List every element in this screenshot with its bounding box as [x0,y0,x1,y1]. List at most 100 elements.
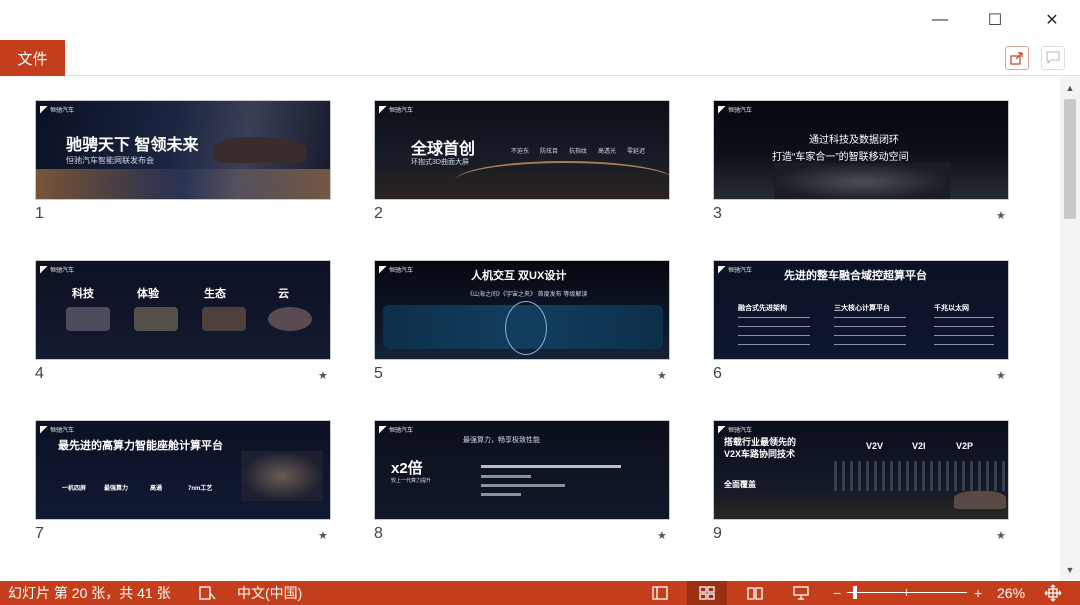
comparison-bar [481,475,531,478]
minimize-icon: — [932,11,948,28]
slide-pillar: 云 [278,288,289,300]
slide-logo: 恒驰汽车 [718,425,752,434]
column-heading: 千兆以太网 [934,305,969,312]
scroll-thumb[interactable] [1064,99,1076,219]
slide-thumbnail-6[interactable]: 恒驰汽车 先进的整车融合域控超算平台 融合式先进架构 三大核心计算平台 千兆以太… [713,260,1009,360]
animation-star-icon[interactable]: ★ [318,529,328,542]
slide-logo: 恒驰汽车 [379,425,413,434]
ux-dial-image [505,301,547,355]
zoom-level[interactable]: 26% [997,581,1025,605]
slide-thumbnail-2[interactable]: 恒驰汽车 全球首创 环抱式3D曲面大屏 不迫东 防炫目 抗指纹 高透光 零延迟 [374,100,670,200]
animation-star-icon[interactable]: ★ [996,529,1006,542]
maximize-icon: ☐ [987,12,1003,29]
slide-logo: 恒驰汽车 [718,105,752,114]
slide-number: 1 [35,205,44,222]
minimize-button[interactable]: — [915,0,965,40]
language-status[interactable]: 中文(中国) [237,581,302,605]
slide-sorter-view-button[interactable] [687,581,727,605]
zoom-center-tick [906,589,907,596]
slide-subtitle: 打造“车家合一”的智联移动空间 [772,152,909,163]
close-icon: ✕ [1045,12,1059,29]
feature-label: 高透光 [598,149,617,155]
slide-show-button[interactable] [781,581,821,605]
slide-light-streak [36,169,330,199]
vertical-scrollbar[interactable]: ▲ ▼ [1060,77,1080,581]
status-bar: 幻灯片 第 20 张，共 41 张 中文(中国) − + 26% [0,581,1080,605]
zoom-out-button[interactable]: − [833,581,841,605]
slide-logo: 恒驰汽车 [40,265,74,274]
slide-logo: 恒驰汽车 [718,265,752,274]
slide-thumbnail-5[interactable]: 恒驰汽车 人机交互 双UX设计 《山海之间》《宇宙之央》 首度发布 等级解读 [374,260,670,360]
slide-sorter: 恒驰汽车 驰骋天下 智领未来 恒驰汽车智能网联发布会 1 恒驰汽车 全球首创 环… [0,77,1060,581]
slide-highlight: x2倍 [391,460,423,477]
slide-sorter-icon [699,586,715,600]
slide-thumbnail-9[interactable]: 恒驰汽车 搭载行业最领先的 V2X车路协同技术 全面覆盖 V2V V2I V2P [713,420,1009,520]
slide-number: 7 [35,525,44,542]
feature-label: 零延迟 [627,149,646,155]
animation-star-icon[interactable]: ★ [657,529,667,542]
slide-title: 全球首创 [411,141,476,158]
slide-number: 2 [374,205,383,222]
share-button[interactable] [1005,46,1029,70]
slide-thumbnail-7[interactable]: 恒驰汽车 最先进的高算力智能座舱计算平台 一机四屏 最强算力 高通 7nm工艺 [35,420,331,520]
slide-thumbnail-1[interactable]: 恒驰汽车 驰骋天下 智领未来 恒驰汽车智能网联发布会 [35,100,331,200]
car-image [954,491,1006,509]
feature-label: 抗指纹 [569,149,588,155]
scroll-down-button[interactable]: ▼ [1060,561,1080,579]
slide-subtitle: 环抱式3D曲面大屏 [411,159,469,166]
accessibility-icon [199,586,216,600]
feature-label: 不迫东 [511,149,530,155]
share-icon [1010,52,1023,65]
slide-subtitle: 《山海之间》《宇宙之央》 首度发布 等级解读 [467,292,588,298]
normal-view-button[interactable] [640,581,680,605]
pillar-image [134,307,178,331]
slide-number: 9 [713,525,722,542]
slide-title: 人机交互 双UX设计 [471,270,567,282]
scroll-up-button[interactable]: ▲ [1060,79,1080,97]
column-heading: 融合式先进架构 [738,305,787,312]
animation-star-icon[interactable]: ★ [996,369,1006,382]
zoom-slider-thumb[interactable] [853,586,857,599]
v2x-label: V2I [912,441,926,451]
slide-subtitle: 恒驰汽车智能网联发布会 [66,156,154,165]
feature-label: 防炫目 [540,149,559,155]
slide-pillar: 生态 [204,288,226,300]
close-button[interactable]: ✕ [1027,0,1077,40]
reading-view-button[interactable] [735,581,775,605]
animation-star-icon[interactable]: ★ [996,209,1006,222]
comment-button[interactable] [1041,46,1065,70]
slide-number: 5 [374,365,383,382]
fit-to-window-icon [1044,584,1062,602]
file-tab[interactable]: 文件 [0,40,65,76]
comparison-bar [481,493,521,496]
fit-to-window-button[interactable] [1044,581,1062,605]
slide-thumbnail-8[interactable]: 恒驰汽车 最强算力，畅享极致性能 x2倍 较上一代算力提升 [374,420,670,520]
feature-label: 7nm工艺 [188,486,213,492]
animation-star-icon[interactable]: ★ [318,369,328,382]
column-heading: 三大核心计算平台 [834,305,890,312]
car-interior-image [774,163,950,199]
slide-subtitle: 较上一代算力提升 [391,478,432,484]
animation-star-icon[interactable]: ★ [657,369,667,382]
feature-label: 最强算力 [104,486,129,492]
zoom-slider[interactable] [847,592,967,593]
slide-number: 4 [35,365,44,382]
reading-view-icon [747,587,763,600]
slide-title: 先进的整车融合域控超算平台 [784,270,927,282]
accessibility-button[interactable] [199,581,217,605]
maximize-button[interactable]: ☐ [970,0,1020,40]
bullet-lines [934,317,994,345]
slide-title: 最强算力，畅享极致性能 [463,437,540,444]
comparison-bar [481,484,565,487]
slide-logo: 恒驰汽车 [379,105,413,114]
slide-thumbnail-3[interactable]: 恒驰汽车 通过科技及数据闭环 打造“车家合一”的智联移动空间 [713,100,1009,200]
car-image [214,137,306,163]
slide-thumbnail-4[interactable]: 恒驰汽车 科技 体验 生态 云 [35,260,331,360]
slide-number: 3 [713,205,722,222]
slide-title: 最先进的高算力智能座舱计算平台 [58,440,223,452]
pillar-image [66,307,110,331]
slide-logo: 恒驰汽车 [40,425,74,434]
zoom-in-button[interactable]: + [974,581,982,605]
slide-pillar: 体验 [137,288,159,300]
slide-pillar: 科技 [72,288,94,300]
